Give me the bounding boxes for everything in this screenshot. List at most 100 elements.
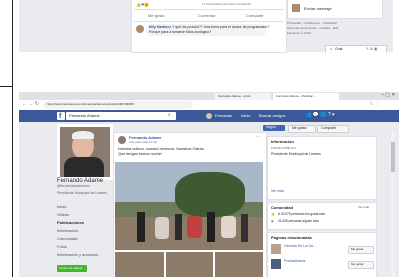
page-like-label: Me gusta	[292, 126, 307, 130]
sidebar-item-publicaciones[interactable]: Publicaciones	[57, 221, 84, 225]
tab-1-label: Fernando Adame - Inicio	[218, 94, 251, 98]
nav-home[interactable]: Inicio	[241, 114, 250, 118]
dancer-shape	[155, 217, 169, 239]
nav-user[interactable]: Fernando	[215, 114, 232, 118]
dancer-shape	[187, 216, 202, 238]
send-message-link[interactable]: Enviar mensaje	[304, 7, 332, 11]
related-pages-card: Páginas relacionadas Gerardo De La Ga...…	[267, 232, 377, 277]
info-desc: Presidente Municipal de Linares	[271, 152, 321, 156]
person-shape	[241, 214, 248, 242]
url-field[interactable]: https://www.facebook.com/fernandoadamemx…	[43, 101, 193, 109]
comment-author[interactable]: Mily Martinez	[149, 25, 171, 30]
like-button[interactable]: Me gusta	[148, 14, 164, 18]
sidebar-item-comunidad[interactable]: Comunidad	[57, 237, 77, 241]
related-page-1-like-label: Me gusta	[351, 247, 364, 251]
footer-copyright: Facebook © 2019	[287, 31, 311, 35]
related-page-2-like-label: Me gusta	[351, 262, 364, 266]
frame-divider	[0, 86, 12, 87]
post-author-avatar[interactable]	[118, 136, 126, 144]
suit-shape	[64, 157, 104, 177]
create-page-button[interactable]: Crear una página	[57, 265, 87, 272]
comment-bubble: Mily Martinez Y qué los provoló?? Una fu…	[146, 24, 269, 36]
tab-2-label: Fernando Adame - Publicac...	[276, 94, 316, 98]
browser-window: Fernando Adame - Inicio Fernando Adame -…	[19, 92, 399, 277]
post-text-2: Que tengan buena noche!	[118, 152, 162, 156]
person-shape	[137, 212, 145, 242]
top-facebook-panel: 👍❤😮 71 comentarios 24 veces compartido M…	[19, 0, 393, 53]
notification-icons[interactable]: 👥 💬 🌐 ? ▾	[305, 113, 335, 118]
tree-shape	[175, 172, 245, 217]
hair-shape	[72, 131, 94, 139]
related-page-1-thumb[interactable]	[271, 244, 281, 254]
search-value: Fernando Adame	[69, 113, 100, 118]
browser-menu-icon[interactable]: ☆ ⋮	[369, 102, 380, 107]
sidebar-item-informacion[interactable]: Información	[57, 229, 78, 233]
profile-picture[interactable]	[57, 124, 113, 180]
commenter-avatar	[136, 25, 144, 33]
divider	[134, 9, 284, 10]
window-controls-icon[interactable]: – ▢ ✕	[381, 93, 395, 98]
footer-links-2[interactable]: Opciones de anuncios · Cookies · Más	[287, 27, 339, 30]
page-thumb	[292, 4, 300, 12]
page-share-label: Compartir	[321, 126, 337, 130]
person-shape	[175, 214, 182, 240]
sidebar-item-inicio[interactable]: Inicio	[57, 205, 66, 209]
footer-links[interactable]: Privacidad · Condiciones · Publicidad	[287, 22, 337, 25]
left-frame-line	[0, 0, 13, 277]
tab-bar: Fernando Adame - Inicio Fernando Adame -…	[19, 92, 399, 100]
info-subtitle: FIGURA PÚBLICA	[271, 146, 296, 150]
related-page-2-thumb[interactable]	[271, 259, 281, 269]
page-share-button[interactable]: Compartir	[317, 125, 349, 133]
photo-grid-gap	[115, 250, 263, 252]
url-text: https://www.facebook.com/fernandoadamemx…	[47, 102, 135, 106]
dancer-shape	[221, 216, 236, 238]
facebook-logo-icon[interactable]: f	[57, 112, 65, 120]
user-avatar[interactable]	[206, 113, 212, 119]
tab-2[interactable]: Fernando Adame - Publicac...	[273, 93, 339, 100]
profile-role: Presidente Municipal de Linares	[57, 191, 107, 195]
info-card: Información FIGURA PÚBLICA Presidente Mu…	[267, 136, 377, 200]
tab-1[interactable]: Fernando Adame - Inicio	[215, 93, 271, 100]
sidebar-item-videos[interactable]: Videos	[57, 213, 69, 217]
community-follows-icon: ◉	[271, 219, 274, 223]
community-follows: 41.695 personas siguen esto	[278, 219, 319, 223]
scrollbar[interactable]	[391, 132, 395, 277]
related-page-2-name[interactable]: Prensalinares	[284, 259, 305, 264]
info-title: Información	[271, 139, 294, 144]
message-card: Enviar mensaje	[287, 0, 383, 19]
facebook-navbar: f Fernando Adame ⌕ Fernando Inicio Busca…	[19, 110, 399, 122]
chat-status-icon: ●	[330, 47, 333, 51]
community-card: Comunidad Ver todo 👍 A 42.975 personas l…	[267, 202, 377, 230]
community-likes-icon: 👍	[271, 212, 275, 216]
scrollbar-thumb[interactable]	[391, 142, 395, 172]
search-input[interactable]: Fernando Adame ⌕	[66, 112, 176, 120]
chat-settings-icon[interactable]: ✎ ⚙ ▣	[366, 47, 377, 52]
search-icon[interactable]: ⌕	[168, 113, 171, 118]
follow-button[interactable]: Seguir	[263, 125, 285, 131]
photo-grid-gap	[164, 250, 166, 277]
info-see-more[interactable]: Ver más	[271, 189, 284, 194]
profile-handle: @fernandoadamemx	[57, 184, 90, 188]
page-like-button[interactable]: Me gusta	[288, 125, 316, 133]
post-photo[interactable]	[115, 162, 263, 277]
related-page-1-name[interactable]: Gerardo De La Ga...	[284, 244, 316, 249]
divider	[134, 21, 284, 22]
related-page-1-like[interactable]: Me gusta	[348, 246, 374, 254]
post-time[interactable]: 3 de julio a las 17:30	[129, 141, 157, 144]
related-title: Páginas relacionadas	[271, 235, 312, 240]
community-see-all[interactable]: Ver todo	[358, 206, 369, 209]
more-options-icon[interactable]: ···	[256, 135, 261, 140]
nav-arrows-icon[interactable]: ← → ↻	[22, 102, 39, 107]
sidebar-item-fotos[interactable]: Fotos	[57, 245, 67, 249]
community-likes: A 42.975 personas les gusta esto	[278, 212, 326, 216]
related-page-2-like[interactable]: Me gusta	[348, 261, 374, 269]
sidebar-item-anuncios[interactable]: Información y anuncios	[57, 253, 98, 257]
follow-label: Seguir	[266, 125, 277, 129]
chat-bar[interactable]: ● Chat ✎ ⚙ ▣	[325, 45, 387, 53]
person-shape	[207, 212, 215, 242]
comment-button[interactable]: Comentar	[198, 14, 216, 18]
post-meta: 71 comentarios 24 veces compartido	[202, 2, 252, 6]
nav-find-friends[interactable]: Buscar amigos	[259, 114, 285, 118]
top-post-card: 👍❤😮 71 comentarios 24 veces compartido M…	[131, 0, 287, 53]
share-button[interactable]: Compartir	[246, 14, 264, 18]
